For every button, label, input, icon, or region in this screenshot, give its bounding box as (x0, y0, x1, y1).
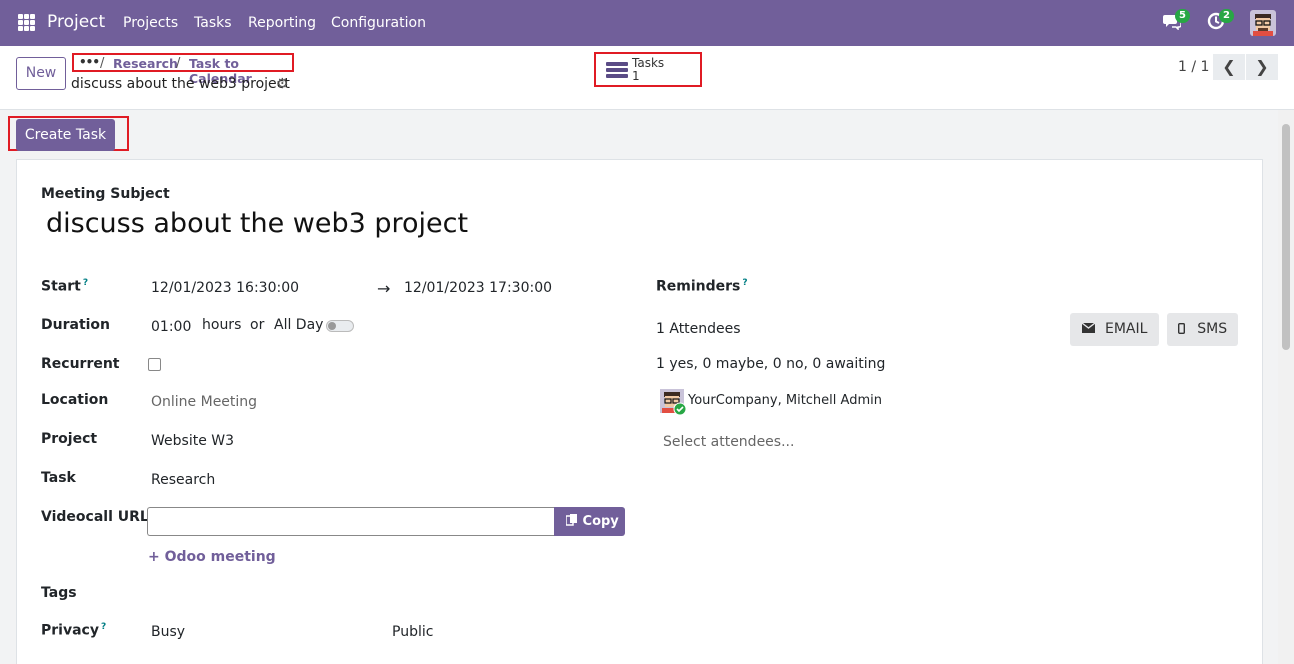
pager-value: 1 / 1 (1178, 59, 1210, 75)
envelope-icon (1081, 321, 1105, 337)
project-field[interactable]: Website W3 (151, 433, 234, 449)
tasks-count: 1 (632, 69, 640, 83)
stop-date-field[interactable]: 12/01/2023 17:30:00 (404, 280, 552, 296)
start-date-field[interactable]: 12/01/2023 16:30:00 (151, 280, 299, 296)
plus-icon: + (148, 549, 165, 565)
scrollbar-thumb[interactable] (1282, 124, 1290, 350)
duration-unit: hours (202, 317, 242, 333)
all-day-toggle[interactable] (326, 320, 354, 332)
location-label: Location (41, 392, 109, 408)
all-day-label: All Day (274, 317, 324, 333)
mobile-icon (1177, 321, 1197, 337)
duration-field[interactable]: 01:00 (151, 319, 191, 335)
recurrent-checkbox[interactable] (148, 358, 161, 371)
task-field[interactable]: Research (151, 472, 215, 488)
new-button[interactable]: New (16, 57, 66, 90)
scrollbar[interactable] (1278, 110, 1294, 664)
pager-previous-icon[interactable]: ❮ (1213, 54, 1245, 80)
user-avatar[interactable] (1250, 10, 1276, 36)
email-label: EMAIL (1105, 321, 1148, 337)
breadcrumb-separator: / (100, 56, 105, 71)
attendee-avatar (660, 389, 687, 416)
attendee-name[interactable]: YourCompany, Mitchell Admin (688, 393, 882, 408)
privacy-label: Privacy? (41, 622, 107, 639)
privacy-help-icon[interactable]: ? (101, 622, 106, 632)
app-name[interactable]: Project (47, 12, 105, 32)
arrow-right-icon: → (377, 279, 391, 298)
odoo-meeting-link[interactable]: + Odoo meeting (148, 549, 276, 565)
email-button[interactable]: EMAIL (1070, 313, 1159, 346)
messages-icon[interactable]: 5 (1163, 9, 1190, 34)
tasks-smart-button[interactable]: Tasks 1 (594, 52, 702, 87)
duration-or: or (250, 317, 265, 333)
copy-button[interactable]: Copy (554, 507, 625, 536)
project-label: Project (41, 431, 98, 447)
tags-label: Tags (41, 585, 77, 601)
recurrent-label: Recurrent (41, 356, 120, 372)
breadcrumb-ellipsis[interactable]: ••• (79, 55, 100, 69)
subject-input[interactable]: discuss about the web3 project (46, 208, 468, 239)
control-panel: New ••• / Research / Task to Calendar di… (0, 46, 1294, 110)
copy-label: Copy (582, 514, 619, 529)
copy-icon (565, 514, 583, 529)
attendees-summary: 1 yes, 0 maybe, 0 no, 0 awaiting (656, 356, 886, 372)
location-input[interactable]: Online Meeting (151, 394, 257, 410)
breadcrumb-research[interactable]: Research (113, 56, 178, 71)
top-navbar: Project Projects Tasks Reporting Configu… (0, 0, 1294, 46)
breadcrumb-separator: / (176, 56, 181, 71)
create-task-highlight: Create Task (8, 116, 129, 151)
task-label: Task (41, 470, 76, 486)
breadcrumb: ••• / Research / Task to Calendar (72, 53, 294, 86)
videocall-label: Videocall URL (41, 509, 149, 525)
subject-label: Meeting Subject (41, 186, 170, 202)
gear-icon[interactable]: ⚙ (276, 76, 289, 92)
duration-label: Duration (41, 317, 111, 333)
record-title: discuss about the web3 project (71, 76, 290, 92)
menu-configuration[interactable]: Configuration (331, 15, 426, 31)
form-sheet: Meeting Subject discuss about the web3 p… (16, 159, 1263, 664)
privacy-field[interactable]: Public (392, 624, 433, 640)
sms-button[interactable]: SMS (1167, 313, 1238, 346)
messages-badge: 5 (1175, 9, 1190, 23)
reminders-label: Reminders? (656, 278, 748, 295)
attendees-count: 1 Attendees (656, 321, 741, 337)
pager-next-icon[interactable]: ❯ (1246, 54, 1278, 80)
activities-badge: 2 (1219, 9, 1234, 23)
show-as-field[interactable]: Busy (151, 624, 185, 640)
menu-tasks[interactable]: Tasks (194, 15, 232, 31)
menu-projects[interactable]: Projects (123, 15, 178, 31)
menu-reporting[interactable]: Reporting (248, 15, 316, 31)
select-attendees-input[interactable]: Select attendees... (663, 434, 794, 450)
create-task-button[interactable]: Create Task (16, 119, 115, 151)
tasks-icon (606, 61, 628, 79)
app-menu-icon[interactable] (18, 14, 35, 31)
sms-label: SMS (1197, 321, 1228, 337)
reminders-help-icon[interactable]: ? (742, 278, 747, 288)
activities-icon[interactable]: 2 (1207, 9, 1234, 34)
start-help-icon[interactable]: ? (83, 278, 88, 288)
videocall-url-input[interactable] (147, 507, 555, 536)
start-label: Start? (41, 278, 89, 295)
